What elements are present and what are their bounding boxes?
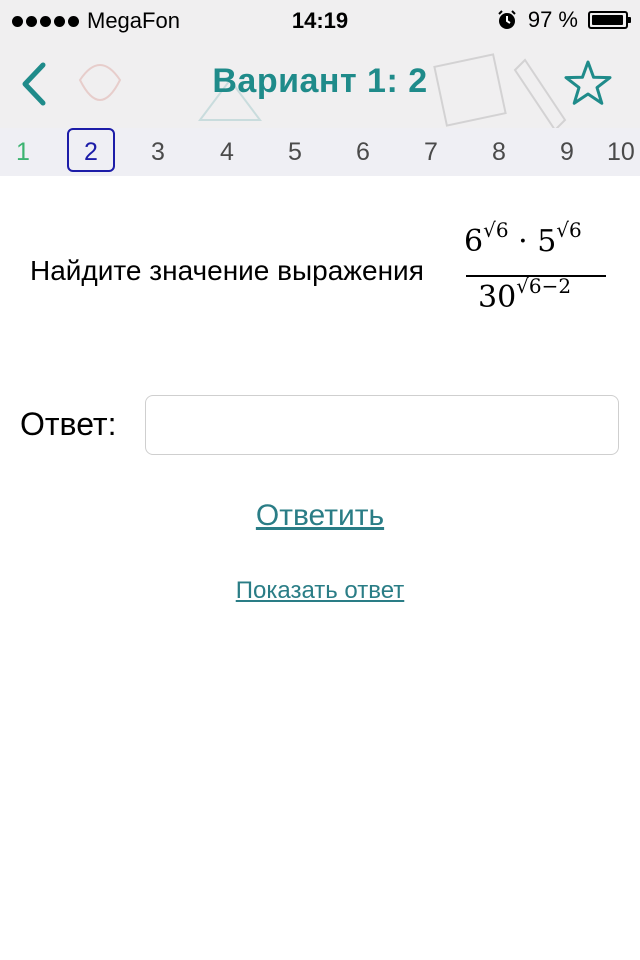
task-number-5[interactable]: 5 [272, 128, 318, 176]
question-text: Найдите значение выражения [30, 255, 424, 286]
task-number-7[interactable]: 7 [408, 128, 454, 176]
alarm-icon [498, 10, 516, 29]
task-number-8[interactable]: 8 [476, 128, 522, 176]
submit-answer-link[interactable]: Ответить [0, 499, 640, 533]
page-title: Вариант 1: 2 [212, 62, 428, 100]
star-outline-icon [564, 60, 612, 105]
nav-header: Вариант 1: 2 [0, 40, 640, 128]
answer-label: Ответ: [20, 406, 117, 442]
task-number-10[interactable]: 10 [607, 128, 640, 176]
formula-exp-1: √6 [483, 218, 509, 242]
battery-fill [592, 15, 623, 25]
formula-base-6: 6 [464, 224, 484, 259]
status-bar: MegaFon 14:19 97 % [0, 0, 640, 40]
battery-icon [588, 11, 631, 29]
show-answer-link[interactable]: Показать ответ [0, 577, 640, 605]
task-number-4[interactable]: 4 [204, 128, 250, 176]
formula-exp-2: √6 [556, 218, 582, 242]
task-number-2[interactable]: 2 [67, 128, 115, 172]
task-number-3[interactable]: 3 [135, 128, 181, 176]
question-formula: 6√6 · 5√6 30√6−2 [464, 218, 608, 324]
status-right: 97 % [496, 7, 631, 33]
favorite-button[interactable] [562, 58, 614, 110]
battery-percent: 97 % [527, 7, 578, 32]
formula-exp-3: √6−2 [516, 274, 572, 298]
formula-base-5: 5 [537, 224, 557, 259]
formula-denominator: 30√6−2 [478, 274, 571, 315]
task-number-9[interactable]: 9 [544, 128, 590, 176]
task-number-6[interactable]: 6 [340, 128, 386, 176]
answer-input[interactable] [145, 395, 619, 455]
formula-dot: · [518, 224, 528, 259]
formula-numerator: 6√6 · 5√6 [464, 218, 582, 259]
task-number-strip: 1 2 3 4 5 6 7 8 9 10 [0, 128, 640, 176]
task-number-1[interactable]: 1 [0, 128, 46, 176]
formula-base-30: 30 [478, 280, 517, 315]
